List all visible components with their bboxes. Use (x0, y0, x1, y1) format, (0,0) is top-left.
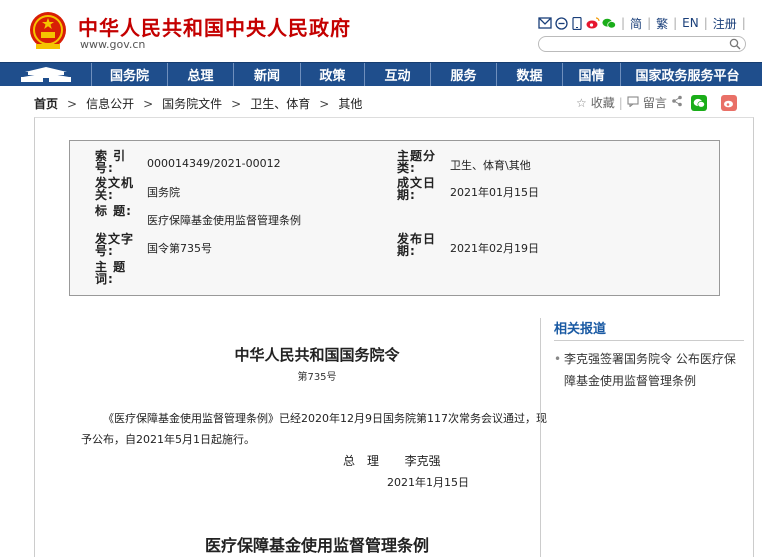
date-written-label: 成文日期: (397, 176, 437, 202)
favorite-button[interactable]: 收藏 (591, 94, 615, 111)
breadcrumb-health-sports[interactable]: 卫生、体育 (250, 95, 310, 112)
chevron-right-icon: > (143, 96, 154, 111)
separator: | (703, 16, 708, 30)
signature: 总 理 李克强 (343, 452, 441, 469)
site-title[interactable]: 中华人民共和国中央人民政府 (78, 12, 351, 41)
related-reports-title: 相关报道 (554, 322, 607, 337)
nav-item-state-council[interactable]: 国务院 (92, 63, 168, 86)
document-number-value: 国令第735号 (147, 242, 212, 255)
issuer-label: 发文机关: (95, 176, 135, 202)
national-emblem-icon[interactable] (28, 10, 68, 52)
weibo-share-icon[interactable] (720, 94, 737, 111)
breadcrumb-home[interactable]: 首页 (34, 95, 58, 112)
publish-date-label: 发布日期: (397, 232, 437, 258)
simplified-chinese-link[interactable]: 简 (630, 15, 642, 32)
breadcrumb: 首页 > 信息公开 > 国务院文件 > 卫生、体育 > 其他 (34, 95, 362, 112)
nav-item-premier[interactable]: 总理 (168, 63, 234, 86)
document-number-label: 发文字号: (95, 232, 135, 258)
nav-home-button[interactable] (0, 63, 92, 86)
main-content: 索 引 号: 000014349/2021-00012 发文机关: 国务院 标 … (34, 117, 754, 557)
nav-item-service[interactable]: 服务 (431, 63, 497, 86)
nav-item-interaction[interactable]: 互动 (365, 63, 431, 86)
signer-title: 总 理 (343, 454, 380, 468)
separator: | (741, 16, 746, 30)
star-icon[interactable]: ☆ (576, 96, 587, 110)
site-header: 中华人民共和国中央人民政府 www.gov.cn | 简 | 繁 | EN | … (0, 0, 762, 62)
site-url: www.gov.cn (80, 38, 146, 51)
register-link[interactable]: 注册 (713, 15, 737, 32)
wechat-icon[interactable] (602, 16, 616, 30)
document-info-table: 索 引 号: 000014349/2021-00012 发文机关: 国务院 标 … (69, 140, 720, 296)
weibo-icon[interactable] (586, 16, 600, 30)
breadcrumb-other[interactable]: 其他 (338, 95, 362, 112)
subject-category-value: 卫生、体育\其他 (450, 159, 531, 172)
title-value: 医疗保障基金使用监督管理条例 (147, 214, 301, 227)
utility-bar: | 简 | 繁 | EN | 注册 | (538, 14, 749, 32)
publish-date-value: 2021年02月19日 (450, 242, 539, 255)
title-label: 标 题: (95, 204, 132, 218)
message-icon[interactable] (554, 16, 568, 30)
tiananmen-icon (20, 66, 71, 82)
nav-item-gov-service-platform[interactable]: 国家政务服务平台 (621, 63, 754, 86)
sign-date: 2021年1月15日 (387, 476, 469, 489)
related-divider (554, 340, 744, 341)
breadcrumb-info-disclosure[interactable]: 信息公开 (86, 95, 134, 112)
search-input[interactable] (538, 36, 746, 52)
column-divider (540, 318, 541, 557)
comment-button[interactable]: 留言 (643, 94, 667, 111)
separator: | (621, 16, 626, 30)
wechat-share-icon[interactable] (690, 94, 707, 111)
date-written-value: 2021年01月15日 (450, 186, 539, 199)
search-icon[interactable] (729, 38, 741, 50)
separator: | (647, 16, 652, 30)
separator: | (673, 16, 678, 30)
share-icon[interactable] (671, 95, 683, 110)
mobile-icon[interactable] (570, 16, 584, 30)
order-number: 第735号 (297, 372, 337, 383)
nav-item-national-info[interactable]: 国情 (563, 63, 621, 86)
page-tools: ☆ 收藏 | 留言 (576, 94, 737, 111)
subject-category-label: 主题分类: (397, 149, 437, 175)
traditional-chinese-link[interactable]: 繁 (656, 15, 668, 32)
article-body: 《医疗保障基金使用监督管理条例》已经2020年12月9日国务院第117次常务会议… (81, 412, 547, 446)
nav-item-data[interactable]: 数据 (497, 63, 563, 86)
english-link[interactable]: EN (682, 16, 699, 30)
issuer-value: 国务院 (147, 186, 180, 199)
index-number-value: 000014349/2021-00012 (147, 157, 281, 170)
mail-icon[interactable] (538, 16, 552, 30)
separator: | (618, 95, 623, 110)
main-nav: 国务院 总理 新闻 政策 互动 服务 数据 国情 国家政务服务平台 (0, 62, 762, 86)
regulation-title: 医疗保障基金使用监督管理条例 (204, 536, 429, 555)
index-number-label: 索 引 号: (95, 149, 127, 175)
signer-name: 李克强 (404, 454, 441, 468)
chevron-right-icon: > (67, 96, 78, 111)
breadcrumb-bar: 首页 > 信息公开 > 国务院文件 > 卫生、体育 > 其他 ☆ 收藏 | 留言 (0, 87, 762, 117)
keyword-label: 主 题 词: (95, 260, 127, 286)
related-item-link[interactable]: 李克强签署国务院令 公布医疗保障基金使用监督管理条例 (564, 352, 736, 388)
comment-icon[interactable] (627, 95, 639, 110)
nav-item-news[interactable]: 新闻 (234, 63, 301, 86)
breadcrumb-state-council-docs[interactable]: 国务院文件 (162, 95, 222, 112)
bullet-icon: • (554, 352, 562, 366)
chevron-right-icon: > (231, 96, 242, 111)
nav-item-policy[interactable]: 政策 (301, 63, 365, 86)
chevron-right-icon: > (319, 96, 330, 111)
related-reports: 相关报道 • 李克强签署国务院令 公布医疗保障基金使用监督管理条例 (554, 318, 744, 388)
order-title: 中华人民共和国国务院令 (234, 346, 400, 364)
related-item[interactable]: • 李克强签署国务院令 公布医疗保障基金使用监督管理条例 (554, 348, 744, 392)
